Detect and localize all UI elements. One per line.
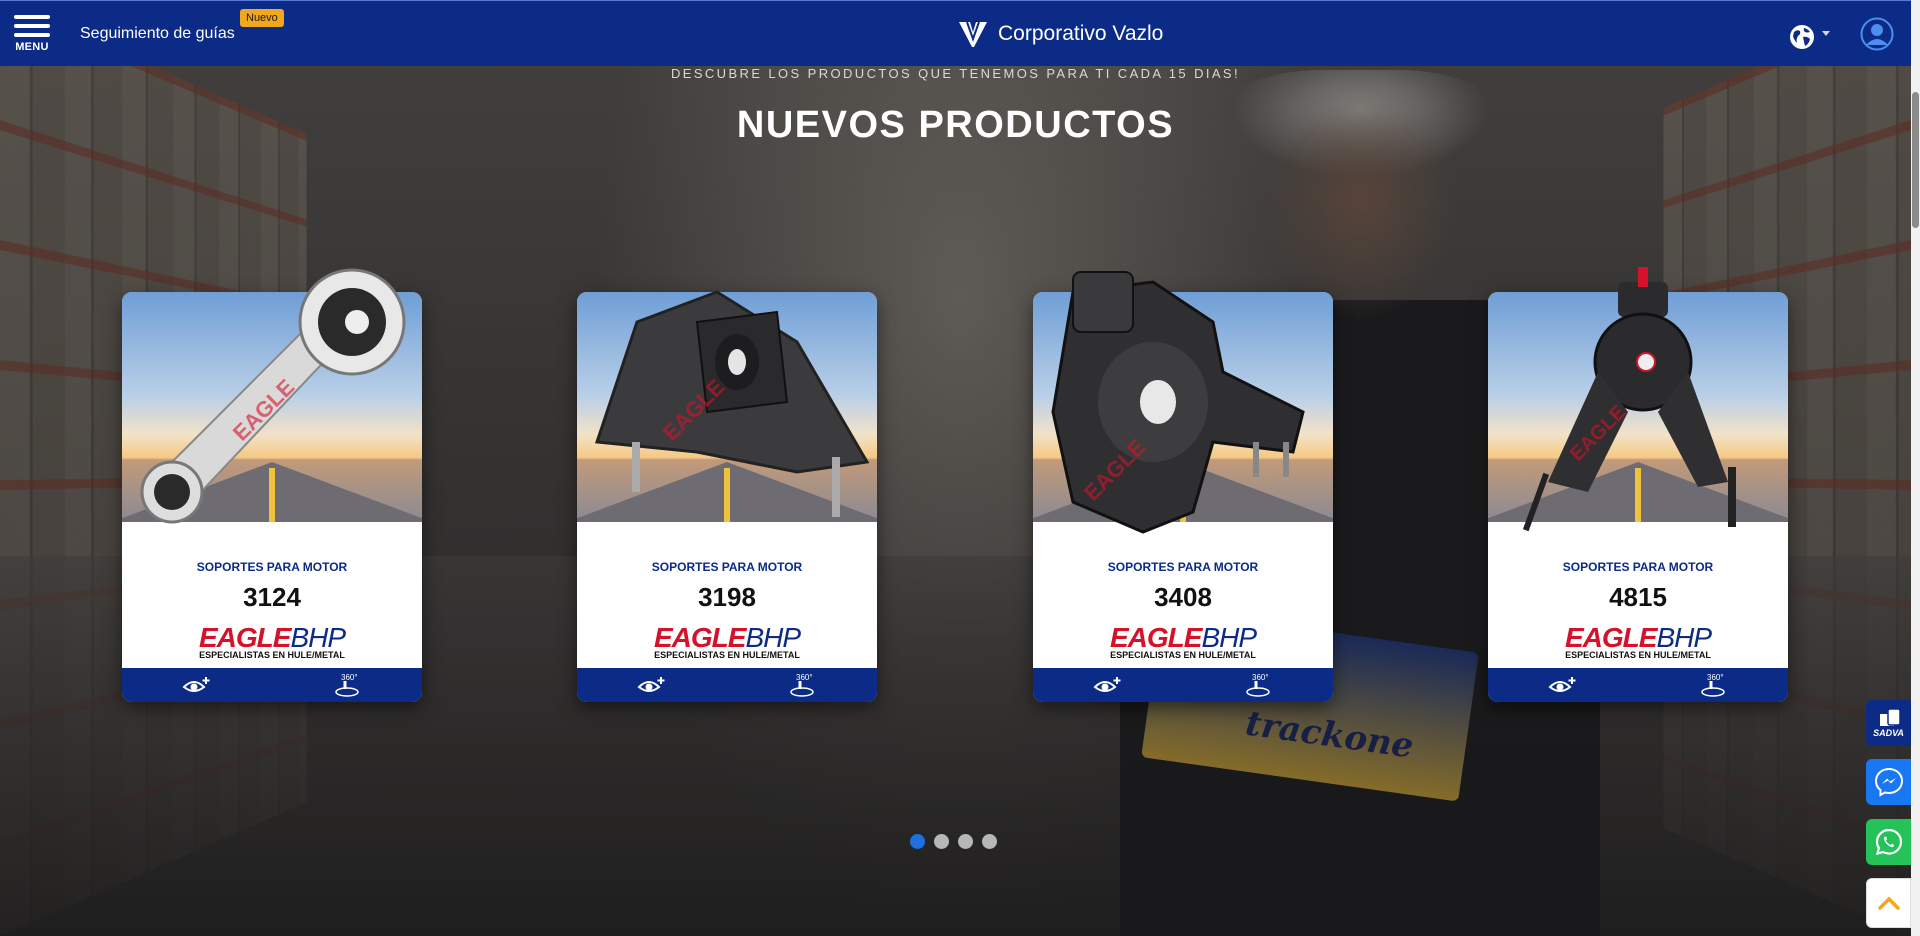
user-account-button[interactable] bbox=[1860, 17, 1894, 56]
quick-view-button[interactable] bbox=[1088, 670, 1128, 700]
brand-word: EAGLE bbox=[1564, 622, 1657, 653]
product-card[interactable]: EAGLE SOPORTES PARA MOTOR 3408 EAGLEBHP … bbox=[1033, 271, 1333, 702]
brand-suffix: BHP bbox=[290, 622, 346, 653]
language-selector[interactable] bbox=[1788, 23, 1830, 51]
svg-text:360°: 360° bbox=[1252, 673, 1269, 682]
brand-name: Corporativo Vazlo bbox=[998, 22, 1164, 45]
sadva-label: SADVA bbox=[1873, 728, 1904, 738]
360-icon: 360° bbox=[335, 673, 359, 697]
product-category: SOPORTES PARA MOTOR bbox=[651, 560, 803, 574]
hamburger-icon bbox=[14, 15, 50, 37]
product-card[interactable]: EAGLE SOPORTES PARA MOTOR 3198 EAGLEBHP … bbox=[577, 290, 877, 702]
chevron-up-icon bbox=[1877, 896, 1900, 910]
card-actions: 360° bbox=[1488, 668, 1788, 702]
brand-tagline: ESPECIALISTAS EN HULE/METAL bbox=[199, 650, 345, 660]
brand-word: EAGLE bbox=[198, 622, 291, 653]
svg-text:360°: 360° bbox=[341, 673, 358, 682]
sadva-icon bbox=[1879, 708, 1901, 726]
scrollbar-thumb[interactable] bbox=[1912, 92, 1919, 228]
360-icon: 360° bbox=[790, 673, 814, 697]
engine-mount-image: EAGLE bbox=[140, 268, 406, 524]
product-code: 4815 bbox=[1609, 582, 1667, 612]
quick-view-button[interactable] bbox=[1543, 670, 1583, 700]
svg-text:360°: 360° bbox=[796, 673, 813, 682]
menu-label: MENU bbox=[15, 41, 49, 53]
chevron-down-icon bbox=[1822, 30, 1830, 36]
vazlo-logo-icon bbox=[959, 21, 987, 47]
view-360-button[interactable]: 360° bbox=[1693, 670, 1733, 700]
svg-text:360°: 360° bbox=[1707, 673, 1724, 682]
eye-plus-icon bbox=[182, 677, 210, 692]
view-360-button[interactable]: 360° bbox=[327, 670, 367, 700]
brand-word: EAGLE bbox=[1109, 622, 1202, 653]
carousel-dot-3[interactable] bbox=[958, 834, 973, 849]
card-actions: 360° bbox=[577, 668, 877, 702]
brand-suffix: BHP bbox=[1656, 622, 1712, 653]
globe-icon bbox=[1790, 25, 1814, 49]
eye-plus-icon bbox=[1093, 677, 1121, 692]
tracking-link[interactable]: Seguimiento de guías bbox=[80, 25, 235, 43]
view-360-button[interactable]: 360° bbox=[782, 670, 822, 700]
brand-suffix: BHP bbox=[1201, 622, 1257, 653]
new-badge: Nuevo bbox=[240, 9, 284, 27]
engine-mount-image: EAGLE bbox=[1522, 267, 1736, 532]
brand-logo: EAGLEBHP ESPECIALISTAS EN HULE/METAL bbox=[122, 622, 422, 660]
carousel-dot-4[interactable] bbox=[982, 834, 997, 849]
product-category: SOPORTES PARA MOTOR bbox=[1562, 560, 1714, 574]
brand[interactable]: Corporativo Vazlo bbox=[958, 19, 1163, 49]
quick-view-button[interactable] bbox=[177, 670, 217, 700]
eye-plus-icon bbox=[1548, 677, 1576, 692]
product-card[interactable]: EAGLE SOPORTES PARA MOTOR 3124 EAGLEBHP … bbox=[122, 268, 422, 702]
messenger-icon bbox=[1874, 767, 1903, 797]
back-to-top-button[interactable] bbox=[1866, 878, 1911, 928]
whatsapp-button[interactable] bbox=[1866, 819, 1911, 865]
sadva-button[interactable]: SADVA bbox=[1866, 700, 1911, 746]
engine-mount-image: EAGLE bbox=[594, 290, 870, 517]
eye-plus-icon bbox=[637, 677, 665, 692]
product-card[interactable]: EAGLE SOPORTES PARA MOTOR 4815 EAGLEBHP … bbox=[1488, 267, 1788, 702]
card-actions: 360° bbox=[122, 668, 422, 702]
carousel-pagination bbox=[910, 834, 997, 849]
brand-tagline: ESPECIALISTAS EN HULE/METAL bbox=[1565, 650, 1711, 660]
brand-suffix: BHP bbox=[745, 622, 801, 653]
whatsapp-icon bbox=[1875, 828, 1902, 856]
product-category: SOPORTES PARA MOTOR bbox=[196, 560, 348, 574]
top-navbar: MENU Seguimiento de guías Nuevo Corporat… bbox=[0, 0, 1911, 66]
carousel-dot-2[interactable] bbox=[934, 834, 949, 849]
brand-logo: EAGLEBHP ESPECIALISTAS EN HULE/METAL bbox=[1033, 622, 1333, 660]
quick-view-button[interactable] bbox=[632, 670, 672, 700]
360-icon: 360° bbox=[1701, 673, 1725, 697]
product-category: SOPORTES PARA MOTOR bbox=[1107, 560, 1259, 574]
user-icon bbox=[1860, 17, 1894, 51]
product-code: 3124 bbox=[243, 582, 301, 612]
product-code: 3408 bbox=[1154, 582, 1212, 612]
brand-logo: EAGLEBHP ESPECIALISTAS EN HULE/METAL bbox=[1488, 622, 1788, 660]
engine-mount-image: EAGLE bbox=[1051, 271, 1305, 534]
menu-button[interactable]: MENU bbox=[12, 15, 52, 55]
carousel-dot-1[interactable] bbox=[910, 834, 925, 849]
360-icon: 360° bbox=[1246, 673, 1270, 697]
product-code: 3198 bbox=[698, 582, 756, 612]
brand-tagline: ESPECIALISTAS EN HULE/METAL bbox=[1110, 650, 1256, 660]
brand-tagline: ESPECIALISTAS EN HULE/METAL bbox=[654, 650, 800, 660]
brand-logo: EAGLEBHP ESPECIALISTAS EN HULE/METAL bbox=[577, 622, 877, 660]
product-carousel: EAGLE SOPORTES PARA MOTOR 3124 EAGLEBHP … bbox=[0, 0, 1911, 936]
brand-word: EAGLE bbox=[653, 622, 746, 653]
view-360-button[interactable]: 360° bbox=[1238, 670, 1278, 700]
messenger-button[interactable] bbox=[1866, 759, 1911, 805]
card-actions: 360° bbox=[1033, 668, 1333, 702]
